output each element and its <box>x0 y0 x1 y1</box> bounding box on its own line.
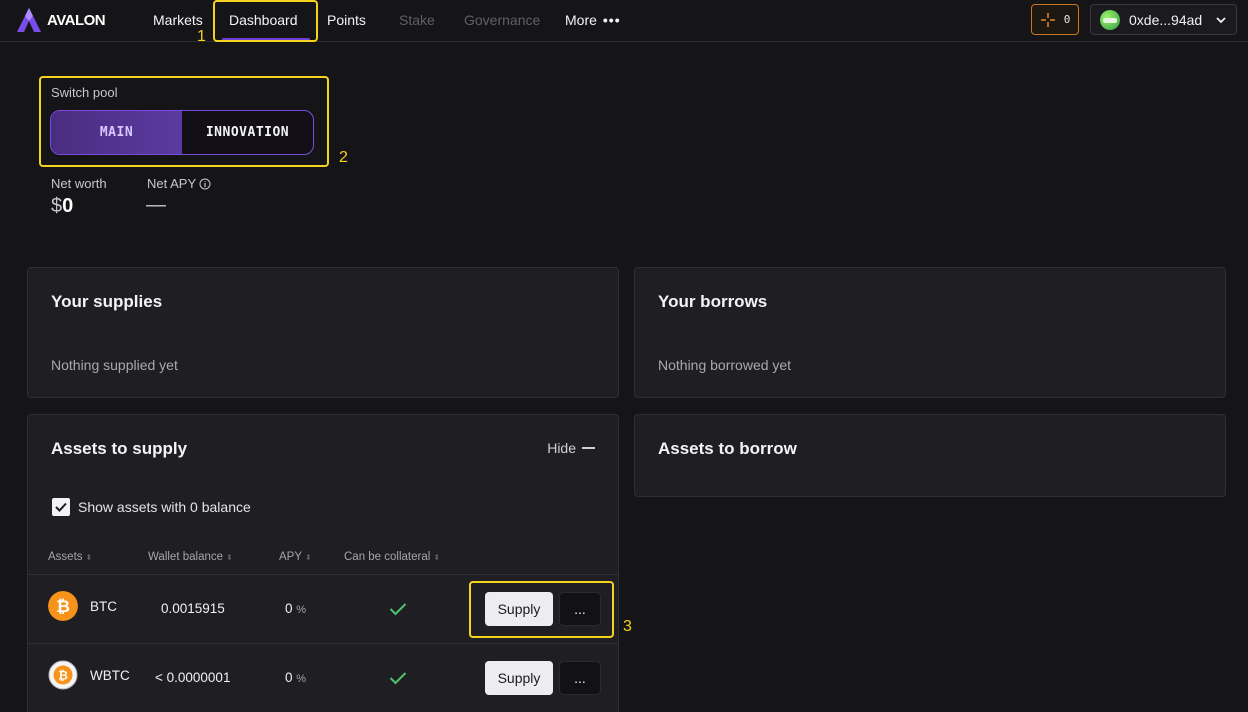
apy-unit: % <box>296 604 307 616</box>
nav-governance: Governance <box>464 12 541 28</box>
nav-dashboard[interactable]: Dashboard <box>229 10 298 30</box>
more-options-button[interactable]: ... <box>559 661 601 695</box>
annotation-label-2: 2 <box>339 149 348 166</box>
pool-option-innovation[interactable]: INNOVATION <box>182 111 313 154</box>
nav-active-indicator <box>222 38 310 41</box>
column-header-apy[interactable]: APY ⬍ <box>279 551 312 563</box>
collateral-check-icon <box>389 672 407 685</box>
net-apy-label-text: Net APY <box>147 176 197 191</box>
show-zero-balance-label: Show assets with 0 balance <box>78 499 251 515</box>
assets-to-borrow-panel: Assets to borrow <box>634 414 1226 497</box>
collateral-check-icon <box>389 603 407 616</box>
switch-pool-label: Switch pool <box>51 85 118 100</box>
your-borrows-title: Your borrows <box>658 292 768 311</box>
wallet-button[interactable]: 0xde...94ad <box>1090 4 1237 35</box>
pool-option-main[interactable]: MAIN <box>51 111 182 154</box>
assets-to-supply-panel: Assets to supply Hide Show assets with 0… <box>27 414 619 712</box>
pool-option-innovation-label: INNOVATION <box>205 125 290 140</box>
net-apy-value: — <box>146 194 166 216</box>
net-worth-amount: 0 <box>62 195 74 217</box>
supply-button[interactable]: Supply <box>485 661 553 695</box>
apy-value: 0 % <box>285 601 306 616</box>
crosshair-icon <box>1040 12 1055 27</box>
your-supplies-title: Your supplies <box>51 292 163 311</box>
checkmark-icon <box>55 502 67 512</box>
apy-number: 0 <box>285 601 293 616</box>
hide-button[interactable]: Hide <box>547 440 595 456</box>
column-header-collateral[interactable]: Can be collateral ⬍ <box>344 551 440 563</box>
asset-name: WBTC <box>90 668 130 683</box>
pool-option-main-label: MAIN <box>99 125 134 140</box>
points-count: 0 <box>1063 13 1071 26</box>
nav-stake: Stake <box>399 12 435 28</box>
apy-value: 0 % <box>285 670 306 685</box>
your-supplies-panel: Your supplies Nothing supplied yet <box>27 267 619 398</box>
nav-markets[interactable]: Markets <box>153 10 203 30</box>
your-borrows-panel: Your borrows Nothing borrowed yet <box>634 267 1226 398</box>
avalon-logo-icon <box>17 8 41 32</box>
wallet-balance: < 0.0000001 <box>155 670 231 685</box>
net-worth-label-text: Net worth <box>51 176 107 191</box>
asset-name: BTC <box>90 599 117 614</box>
hide-label: Hide <box>547 440 576 456</box>
net-worth-value: $0 <box>51 195 73 218</box>
column-header-assets[interactable]: Assets ⬍ <box>48 551 92 563</box>
nav-points[interactable]: Points <box>327 10 366 30</box>
btc-icon: ₿ <box>48 591 78 621</box>
your-borrows-empty: Nothing borrowed yet <box>658 357 792 373</box>
points-button[interactable]: 0 <box>1031 4 1079 35</box>
pool-toggle: MAIN INNOVATION <box>50 110 314 155</box>
more-options-button[interactable]: ... <box>559 592 601 626</box>
your-supplies-empty: Nothing supplied yet <box>51 357 178 373</box>
supply-button[interactable]: Supply <box>485 592 553 626</box>
apy-number: 0 <box>285 670 293 685</box>
sort-icon: ⬍ <box>305 552 312 562</box>
assets-to-supply-title: Assets to supply <box>51 439 188 458</box>
svg-text:₿: ₿ <box>58 669 68 683</box>
net-worth-label: Net worth <box>51 176 107 191</box>
column-header-wallet-balance-label: Wallet balance <box>148 551 224 563</box>
more-dots-icon: ••• <box>602 12 621 28</box>
chevron-down-icon <box>1216 16 1226 23</box>
svg-text:₿: ₿ <box>56 597 70 617</box>
top-nav-bar: AVALON Markets Dashboard Points Stake Go… <box>0 0 1248 42</box>
show-zero-balance-checkbox[interactable] <box>52 498 70 516</box>
info-icon[interactable] <box>199 178 211 190</box>
net-apy-label: Net APY <box>147 176 211 191</box>
column-header-assets-label: Assets <box>48 551 83 563</box>
column-header-collateral-label: Can be collateral <box>344 551 431 563</box>
annotation-label-1: 1 <box>197 28 206 45</box>
sort-icon: ⬍ <box>226 552 233 562</box>
minus-icon <box>582 447 595 449</box>
net-worth-currency: $ <box>51 195 63 217</box>
row-divider <box>28 574 618 575</box>
nav-more-label: More <box>565 12 597 28</box>
wallet-avatar <box>1100 9 1120 30</box>
wallet-address: 0xde...94ad <box>1129 11 1203 28</box>
brand-name: AVALON <box>47 11 106 29</box>
column-header-wallet-balance[interactable]: Wallet balance ⬍ <box>148 551 233 563</box>
wallet-balance: 0.0015915 <box>161 601 225 616</box>
apy-unit: % <box>296 673 307 685</box>
show-zero-balance-row[interactable]: Show assets with 0 balance <box>52 498 251 516</box>
annotation-label-3: 3 <box>623 618 632 635</box>
column-header-apy-label: APY <box>279 551 303 563</box>
sort-icon: ⬍ <box>433 552 441 562</box>
nav-more[interactable]: More ••• <box>565 10 621 30</box>
assets-to-borrow-title: Assets to borrow <box>658 439 797 458</box>
sort-icon: ⬍ <box>85 552 93 562</box>
wbtc-icon: ₿ <box>48 660 78 690</box>
brand-logo[interactable]: AVALON <box>16 6 106 34</box>
row-divider <box>28 643 618 644</box>
